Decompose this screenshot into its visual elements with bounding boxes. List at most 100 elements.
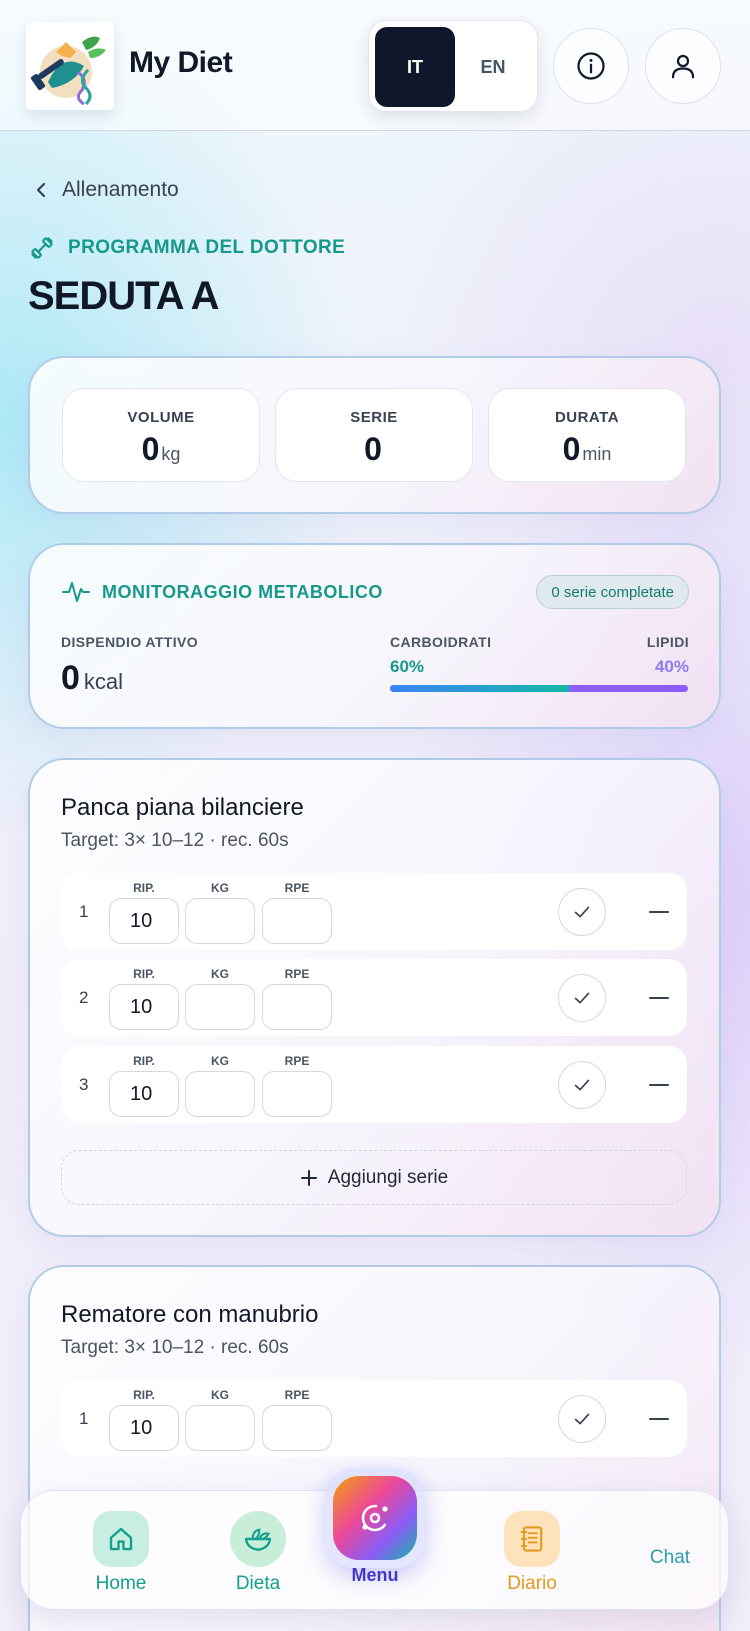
kg-input[interactable] xyxy=(185,1405,255,1451)
complete-set-button[interactable] xyxy=(558,1395,606,1443)
profile-button[interactable] xyxy=(645,28,721,104)
back-link-label: Allenamento xyxy=(62,178,179,201)
salad-bowl-icon xyxy=(244,1528,272,1551)
set-row: 1 RIP. KG RPE xyxy=(61,1380,687,1457)
nav-diario-label: Diario xyxy=(507,1573,557,1594)
rpe-column-label: RPE xyxy=(284,967,310,981)
kg-input[interactable] xyxy=(185,898,255,944)
session-stats-card: VOLUME 0 kg SERIE 0 DURATA 0 min xyxy=(28,356,721,514)
stat-value-wrap: 0 xyxy=(276,431,472,468)
set-row: 2 RIP. KG RPE xyxy=(61,959,687,1036)
stat-label: SERIE xyxy=(350,409,398,426)
app-logo[interactable] xyxy=(26,22,114,110)
stat-label: DURATA xyxy=(554,409,620,426)
reps-input[interactable] xyxy=(109,1071,179,1117)
active-spend-unit: kcal xyxy=(83,669,124,694)
home-icon xyxy=(109,1527,133,1551)
kg-input[interactable] xyxy=(185,984,255,1030)
set-row: 3 RIP. KG RPE xyxy=(61,1046,687,1123)
stat-volume: VOLUME 0 kg xyxy=(62,388,260,482)
info-icon xyxy=(577,52,605,80)
chevron-left-icon xyxy=(36,182,46,198)
rpe-column-label: RPE xyxy=(284,1054,310,1068)
remove-set-button[interactable] xyxy=(644,897,674,927)
menu-button[interactable] xyxy=(325,1468,425,1568)
stat-duration: DURATA 0 min xyxy=(488,388,686,482)
nav-home-label: Home xyxy=(95,1573,147,1594)
kg-column-label: KG xyxy=(211,967,229,981)
exercise-name: Panca piana bilanciere xyxy=(61,794,304,821)
carb-label: CARBOIDRATI xyxy=(390,634,492,650)
exercise-target: Target: 3× 10–12 · rec. 60s xyxy=(61,1337,289,1358)
stat-unit: kg xyxy=(161,444,181,464)
checkmark-icon xyxy=(574,906,590,918)
rpe-column-label: RPE xyxy=(284,881,310,895)
exercise-name: Rematore con manubrio xyxy=(61,1301,319,1328)
nav-dieta[interactable]: Dieta xyxy=(203,1511,313,1595)
lipid-label: LIPIDI xyxy=(646,634,689,650)
heartbeat-pulse-icon xyxy=(62,582,90,602)
rpe-column-label: RPE xyxy=(284,1388,310,1402)
add-set-button[interactable]: Aggiungi serie xyxy=(61,1150,687,1205)
active-spend-label: DISPENDIO ATTIVO xyxy=(61,634,199,650)
checkmark-icon xyxy=(574,1413,590,1425)
carb-percent: 60% xyxy=(390,657,425,676)
exercise-target: Target: 3× 10–12 · rec. 60s xyxy=(61,830,289,851)
remove-set-button[interactable] xyxy=(644,983,674,1013)
stat-value-wrap: 0 min xyxy=(489,431,685,468)
orbit-menu-icon xyxy=(361,1504,389,1532)
lang-en-button[interactable]: EN xyxy=(453,27,533,107)
metabolic-monitor-card: MONITORAGGIO METABOLICO 0 serie completa… xyxy=(28,543,721,729)
minus-icon xyxy=(649,911,669,913)
nav-chat[interactable]: Chat xyxy=(615,1541,725,1569)
rpe-input[interactable] xyxy=(262,1071,332,1117)
stat-value: 0 xyxy=(364,431,382,467)
add-set-label: Aggiungi serie xyxy=(327,1166,449,1188)
program-label: PROGRAMMA DEL DOTTORE xyxy=(29,235,345,261)
fitness-dna-logo-icon xyxy=(30,36,106,106)
stat-value: 0 xyxy=(141,431,160,467)
complete-set-button[interactable] xyxy=(558,1061,606,1109)
set-row: 1 RIP. KG RPE xyxy=(61,873,687,950)
metabolic-title-text: MONITORAGGIO METABOLICO xyxy=(102,581,383,602)
complete-set-button[interactable] xyxy=(558,974,606,1022)
kg-column-label: KG xyxy=(211,881,229,895)
kg-input[interactable] xyxy=(185,1071,255,1117)
metabolic-title: MONITORAGGIO METABOLICO xyxy=(62,579,383,605)
macro-split-bar xyxy=(390,685,688,692)
remove-set-button[interactable] xyxy=(644,1070,674,1100)
stat-value: 0 xyxy=(562,431,581,467)
nav-home[interactable]: Home xyxy=(66,1511,176,1595)
back-link[interactable]: Allenamento xyxy=(34,178,179,202)
notebook-icon xyxy=(520,1526,543,1552)
kg-column-label: KG xyxy=(211,1054,229,1068)
stat-label: VOLUME xyxy=(127,409,195,426)
program-label-text: PROGRAMMA DEL DOTTORE xyxy=(68,237,346,258)
set-number: 2 xyxy=(79,988,89,1007)
reps-input[interactable] xyxy=(109,898,179,944)
app-title: My Diet xyxy=(129,46,233,79)
set-number: 1 xyxy=(79,1409,89,1428)
user-icon xyxy=(671,54,695,79)
nav-chat-label: Chat xyxy=(649,1547,691,1568)
nav-diario[interactable]: Diario xyxy=(477,1511,587,1595)
checkmark-icon xyxy=(574,1079,590,1091)
plus-icon xyxy=(300,1169,317,1186)
complete-set-button[interactable] xyxy=(558,888,606,936)
exercise-card: Panca piana bilanciere Target: 3× 10–12 … xyxy=(28,758,721,1237)
stat-unit: min xyxy=(582,444,612,464)
kg-column-label: KG xyxy=(211,1388,229,1402)
reps-column-label: RIP. xyxy=(133,967,155,981)
info-button[interactable] xyxy=(553,28,629,104)
remove-set-button[interactable] xyxy=(644,1404,674,1434)
menu-label: Menu xyxy=(351,1565,399,1585)
lang-it-button[interactable]: IT xyxy=(375,27,455,107)
rpe-input[interactable] xyxy=(262,898,332,944)
reps-column-label: RIP. xyxy=(133,881,155,895)
reps-column-label: RIP. xyxy=(133,1388,155,1402)
reps-column-label: RIP. xyxy=(133,1054,155,1068)
reps-input[interactable] xyxy=(109,984,179,1030)
rpe-input[interactable] xyxy=(262,1405,332,1451)
reps-input[interactable] xyxy=(109,1405,179,1451)
rpe-input[interactable] xyxy=(262,984,332,1030)
